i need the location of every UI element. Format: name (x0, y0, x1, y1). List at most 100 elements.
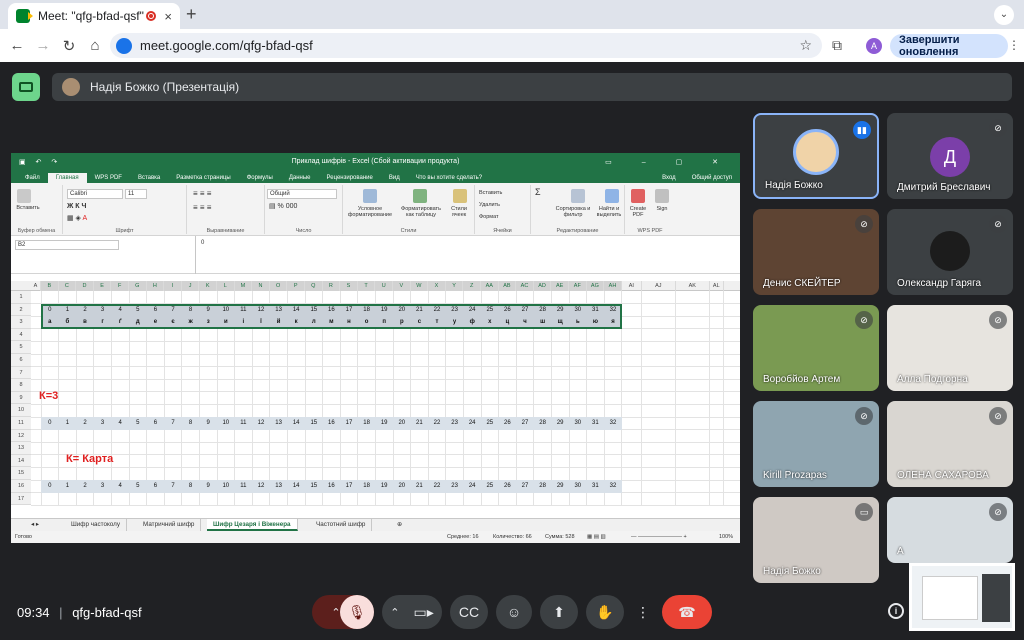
table-cell[interactable]: 32 (604, 417, 622, 429)
site-info-icon[interactable] (116, 37, 132, 54)
camera-icon[interactable]: ▭▸ (413, 604, 433, 621)
table-cell[interactable]: м (323, 316, 341, 328)
table-cell[interactable]: 20 (393, 304, 411, 316)
table-cell[interactable]: 9 (199, 480, 217, 492)
table-cell[interactable]: 8 (182, 480, 200, 492)
align-top-icon[interactable]: ≡ ≡ ≡ (193, 190, 211, 198)
table-cell[interactable]: 5 (129, 417, 147, 429)
row-header[interactable]: 7 (11, 366, 31, 380)
table-cell[interactable]: 23 (446, 480, 464, 492)
table-cell[interactable]: и (217, 316, 235, 328)
participant-tile-8[interactable]: ⊘ ОЛЕНА САХАРОВА (887, 401, 1013, 487)
cell-styles-icon[interactable] (453, 189, 467, 203)
column-header[interactable]: N (252, 281, 270, 291)
table-cell[interactable]: к (287, 316, 305, 328)
find-icon[interactable] (605, 189, 619, 203)
table-cell[interactable]: 24 (463, 304, 481, 316)
column-header[interactable]: AH (604, 281, 622, 291)
column-header[interactable]: K (199, 281, 217, 291)
table-cell[interactable]: б (59, 316, 77, 328)
participant-tile-3[interactable]: ⊘ Денис СКЕЙТЕР (753, 209, 879, 295)
more-options-button[interactable]: ⋮ (632, 595, 654, 629)
sort-filter-icon[interactable] (571, 189, 585, 203)
table-cell[interactable]: 30 (569, 417, 587, 429)
row-header[interactable]: 15 (11, 467, 31, 480)
table-cell[interactable]: х (481, 316, 499, 328)
table-cell[interactable]: 17 (340, 417, 358, 429)
participant-tile-2[interactable]: Д ⊘ Дмитрий Бреславич (887, 113, 1013, 199)
table-cell[interactable]: я (604, 316, 622, 328)
participant-tile-7[interactable]: ⊘ Kirill Prozapas (753, 401, 879, 487)
table-cell[interactable]: ш (534, 316, 552, 328)
font-size-box[interactable]: 11 (125, 189, 147, 199)
bold-icon[interactable]: Ж К Ч (67, 203, 86, 210)
row-header[interactable]: 9 (11, 391, 31, 405)
row-header[interactable]: 1 (11, 291, 31, 304)
table-cell[interactable]: 12 (252, 480, 270, 492)
table-cell[interactable]: 32 (604, 480, 622, 492)
sheet-tab[interactable]: Шифр Цезаря і Віженера (207, 519, 298, 531)
row-header[interactable]: 3 (11, 316, 31, 329)
sheet-tab[interactable]: Частотний шифр (310, 519, 373, 531)
menu-share[interactable]: Общий доступ (684, 175, 740, 183)
tab-search-icon[interactable]: ⌄ (994, 5, 1014, 25)
new-tab-button[interactable]: + (186, 4, 197, 25)
table-cell[interactable]: н (340, 316, 358, 328)
column-header[interactable]: Q (305, 281, 323, 291)
table-cell[interactable]: 25 (481, 480, 499, 492)
table-cell[interactable]: 19 (375, 304, 393, 316)
camera-options-icon[interactable]: ⌃ (390, 606, 399, 619)
insert-cells[interactable]: Вставить (479, 190, 502, 196)
table-cell[interactable]: 11 (235, 417, 253, 429)
column-header[interactable]: R (322, 281, 341, 291)
table-cell[interactable]: 28 (534, 480, 552, 492)
table-cell[interactable]: 17 (340, 480, 358, 492)
conditional-format-icon[interactable] (363, 189, 377, 203)
present-now-button[interactable]: ⬆ (540, 595, 578, 629)
row-header[interactable]: 6 (11, 354, 31, 367)
table-cell[interactable]: 22 (428, 417, 446, 429)
table-cell[interactable]: з (199, 316, 217, 328)
percent-icon[interactable]: ▤ % 000 (269, 203, 297, 210)
table-cell[interactable]: 29 (551, 480, 569, 492)
row-header[interactable]: 14 (11, 454, 31, 468)
font-name-box[interactable]: Calibri (67, 189, 123, 199)
table-cell[interactable]: ц (499, 316, 517, 328)
table-cell[interactable]: 32 (604, 304, 622, 316)
table-cell[interactable]: 14 (287, 417, 305, 429)
sign-icon[interactable] (655, 189, 669, 203)
reload-icon[interactable]: ↻ (56, 37, 82, 55)
column-header[interactable]: S (340, 281, 358, 291)
table-cell[interactable]: у (446, 316, 464, 328)
address-bar[interactable]: meet.google.com/qfg-bfad-qsf ☆ (110, 33, 822, 58)
table-cell[interactable]: 23 (446, 417, 464, 429)
table-cell[interactable]: ж (182, 316, 200, 328)
table-cell[interactable]: 3 (94, 417, 112, 429)
menu-data[interactable]: Данные (281, 175, 319, 183)
table-cell[interactable]: 6 (147, 304, 165, 316)
name-box[interactable]: B2 (15, 240, 119, 250)
mic-control[interactable]: ⌃ 🎙 (312, 595, 374, 629)
leave-call-button[interactable]: ☎ (662, 595, 712, 629)
extensions-icon[interactable]: ⧉ (832, 37, 842, 54)
sheet-nav-icon[interactable]: ◂ ▸ (25, 519, 45, 531)
column-header[interactable]: X (428, 281, 446, 291)
table-cell[interactable]: в (76, 316, 94, 328)
column-header[interactable]: W (410, 281, 429, 291)
column-header[interactable]: L (217, 281, 235, 291)
table-cell[interactable]: 18 (358, 304, 376, 316)
table-cell[interactable]: 4 (111, 480, 129, 492)
column-header[interactable]: U (375, 281, 393, 291)
table-cell[interactable]: 27 (516, 304, 534, 316)
update-button[interactable]: Завершити оновлення ⋮ (890, 34, 1020, 58)
table-cell[interactable]: щ (551, 316, 569, 328)
camera-control[interactable]: ⌃ ▭▸ (382, 595, 442, 629)
menu-signin[interactable]: Вход (654, 175, 684, 183)
column-header[interactable]: AD (533, 281, 552, 291)
table-cell[interactable]: 12 (252, 304, 270, 316)
table-cell[interactable]: ф (463, 316, 481, 328)
table-cell[interactable]: ю (587, 316, 605, 328)
column-header[interactable]: AC (516, 281, 534, 291)
column-header[interactable]: AG (586, 281, 605, 291)
column-header[interactable]: Z (463, 281, 481, 291)
